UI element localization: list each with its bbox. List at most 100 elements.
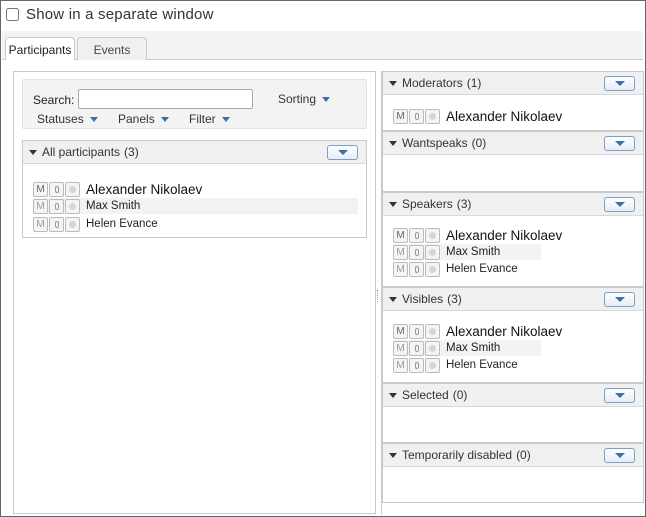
collapse-triangle-icon bbox=[389, 296, 397, 302]
microphone-icon[interactable] bbox=[409, 108, 424, 124]
group-title: Speakers bbox=[402, 197, 453, 211]
camera-icon[interactable] bbox=[425, 340, 440, 356]
microphone-icon[interactable] bbox=[49, 198, 64, 214]
status-badges: M bbox=[393, 108, 441, 124]
participant-row[interactable]: M Max Smith bbox=[393, 244, 541, 260]
statuses-dropdown[interactable]: Statuses bbox=[37, 112, 98, 126]
participant-row[interactable]: M Max Smith bbox=[393, 340, 541, 356]
collapse-triangle-icon bbox=[389, 80, 397, 86]
participant-row[interactable]: M Helen Evance bbox=[393, 357, 518, 373]
all-participants-header[interactable]: All participants (3) bbox=[23, 141, 366, 164]
group-menu-button[interactable] bbox=[604, 197, 635, 212]
chevron-down-icon bbox=[614, 297, 625, 302]
participant-name: Alexander Nikolaev bbox=[86, 181, 203, 197]
moderators-group: Moderators (1) M Alexander Nikolaev bbox=[382, 71, 644, 131]
chevron-down-icon bbox=[89, 116, 98, 122]
participant-row[interactable]: M Alexander Nikolaev bbox=[33, 181, 202, 197]
moderator-badge-icon[interactable]: M bbox=[33, 216, 48, 232]
moderator-badge-icon[interactable]: M bbox=[33, 181, 48, 197]
participant-row[interactable]: M Alexander Nikolaev bbox=[393, 108, 562, 124]
participant-row[interactable]: M Helen Evance bbox=[33, 216, 158, 232]
microphone-icon[interactable] bbox=[409, 261, 424, 277]
participant-row[interactable]: M Alexander Nikolaev bbox=[393, 227, 562, 243]
status-badges: M bbox=[393, 261, 441, 277]
moderator-badge-icon[interactable]: M bbox=[393, 323, 408, 339]
group-count: (3) bbox=[447, 292, 462, 306]
search-input[interactable] bbox=[78, 89, 253, 109]
participant-name: Helen Evance bbox=[446, 263, 518, 275]
panels-label: Panels bbox=[118, 112, 155, 126]
collapse-triangle-icon bbox=[389, 452, 397, 458]
moderator-badge-icon[interactable]: M bbox=[393, 244, 408, 260]
camera-icon[interactable] bbox=[65, 198, 80, 214]
camera-icon[interactable] bbox=[65, 216, 80, 232]
microphone-icon[interactable] bbox=[49, 216, 64, 232]
camera-icon[interactable] bbox=[425, 227, 440, 243]
groups-pane: Moderators (1) M Alexander Nikolaev Want… bbox=[381, 71, 644, 515]
camera-icon[interactable] bbox=[65, 181, 80, 197]
camera-icon[interactable] bbox=[425, 108, 440, 124]
participant-name: Max Smith bbox=[446, 246, 501, 258]
camera-icon[interactable] bbox=[425, 244, 440, 260]
collapse-triangle-icon bbox=[389, 140, 397, 146]
chevron-down-icon bbox=[614, 202, 625, 207]
group-title: Temporarily disabled bbox=[402, 448, 513, 462]
group-menu-button[interactable] bbox=[604, 76, 635, 91]
microphone-icon[interactable] bbox=[409, 244, 424, 260]
separate-window-checkbox[interactable] bbox=[6, 7, 19, 21]
group-title: Wantspeaks bbox=[402, 136, 468, 150]
chevron-down-icon bbox=[614, 81, 625, 86]
pane-resize-handle[interactable] bbox=[377, 290, 379, 302]
search-label: Search: bbox=[33, 93, 75, 107]
participant-row[interactable]: M Alexander Nikolaev bbox=[393, 323, 562, 339]
chevron-down-icon bbox=[322, 96, 331, 102]
participant-name: Helen Evance bbox=[86, 218, 158, 230]
microphone-icon[interactable] bbox=[409, 357, 424, 373]
moderator-badge-icon[interactable]: M bbox=[393, 227, 408, 243]
group-menu-button[interactable] bbox=[327, 145, 358, 160]
moderator-badge-icon[interactable]: M bbox=[393, 340, 408, 356]
group-menu-button[interactable] bbox=[604, 448, 635, 463]
participant-name: Helen Evance bbox=[446, 359, 518, 371]
group-menu-button[interactable] bbox=[604, 388, 635, 403]
participant-name: Alexander Nikolaev bbox=[446, 227, 563, 243]
status-badges: M bbox=[33, 198, 81, 214]
moderator-badge-icon[interactable]: M bbox=[393, 357, 408, 373]
separate-window-option[interactable]: Show in a separate window bbox=[4, 4, 214, 24]
statuses-label: Statuses bbox=[37, 112, 84, 126]
filter-dropdown[interactable]: Filter bbox=[189, 112, 230, 126]
participant-row[interactable]: M Max Smith bbox=[33, 198, 358, 214]
microphone-icon[interactable] bbox=[409, 227, 424, 243]
camera-icon[interactable] bbox=[425, 357, 440, 373]
sorting-label: Sorting bbox=[278, 92, 317, 106]
camera-icon[interactable] bbox=[425, 261, 440, 277]
temporarily-disabled-group: Temporarily disabled (0) bbox=[382, 443, 644, 503]
microphone-icon[interactable] bbox=[409, 340, 424, 356]
tab-events[interactable]: Events bbox=[77, 37, 147, 61]
chevron-down-icon bbox=[337, 150, 348, 155]
participant-row[interactable]: M Helen Evance bbox=[393, 261, 518, 277]
sorting-dropdown[interactable]: Sorting bbox=[278, 92, 331, 106]
wantspeaks-group: Wantspeaks (0) bbox=[382, 131, 644, 192]
tab-bar: Participants Events bbox=[2, 31, 643, 62]
participant-name: Max Smith bbox=[446, 342, 501, 354]
status-badges: M bbox=[393, 227, 441, 243]
microphone-icon[interactable] bbox=[409, 323, 424, 339]
panels-dropdown[interactable]: Panels bbox=[118, 112, 169, 126]
group-menu-button[interactable] bbox=[604, 292, 635, 307]
group-count: (0) bbox=[452, 388, 468, 402]
status-badges: M bbox=[393, 323, 441, 339]
tab-participants[interactable]: Participants bbox=[5, 37, 75, 62]
chevron-down-icon bbox=[614, 141, 625, 146]
moderator-badge-icon[interactable]: M bbox=[393, 108, 408, 124]
microphone-icon[interactable] bbox=[49, 181, 64, 197]
group-menu-button[interactable] bbox=[604, 136, 635, 151]
moderator-badge-icon[interactable]: M bbox=[33, 198, 48, 214]
moderator-badge-icon[interactable]: M bbox=[393, 261, 408, 277]
camera-icon[interactable] bbox=[425, 323, 440, 339]
status-badges: M bbox=[393, 357, 441, 373]
chevron-down-icon bbox=[614, 453, 625, 458]
status-badges: M bbox=[393, 340, 441, 356]
status-badges: M bbox=[393, 244, 441, 260]
chevron-down-icon bbox=[221, 116, 230, 122]
